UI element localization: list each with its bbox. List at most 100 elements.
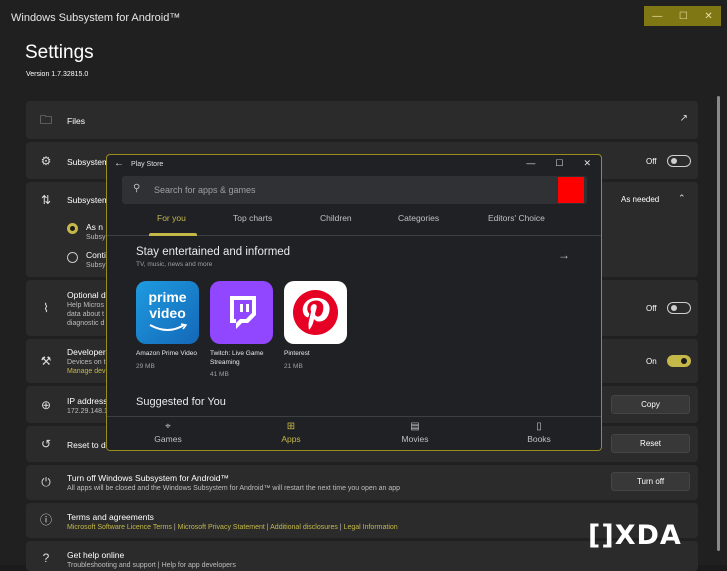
nav-movies-label: Movies: [401, 434, 429, 444]
arrow-right-icon[interactable]: →: [558, 248, 570, 262]
power-icon: ⏻: [41, 475, 51, 489]
nav-movies[interactable]: ▤ Movies: [385, 421, 445, 444]
turn-off-button[interactable]: Turn off: [611, 472, 690, 491]
twitch-glyph-icon: [230, 296, 256, 329]
tools-icon: ⚒: [40, 354, 52, 368]
optional-sub-3: diagnostic d: [67, 320, 105, 327]
separator: |: [173, 524, 176, 531]
subsystem-toggle[interactable]: [667, 155, 691, 167]
book-icon: ▯: [536, 421, 542, 432]
legal-information-link[interactable]: Legal Information: [344, 524, 398, 531]
play-store-tabs: For you Top charts Children Categories E…: [107, 213, 601, 236]
chevron-up-icon[interactable]: ⌃: [678, 193, 686, 204]
apps-grid-icon: ⊞: [286, 421, 296, 432]
optional-toggle-label: Off: [646, 304, 657, 313]
app-card-twitch[interactable]: Twitch: Live Game Streaming 41 MB: [210, 281, 274, 378]
maximize-button[interactable]: ☐: [679, 11, 688, 22]
section-title: Stay entertained and informed: [136, 246, 291, 258]
copy-button[interactable]: Copy: [611, 395, 690, 414]
reset-button[interactable]: Reset: [611, 434, 690, 453]
title-bar: Windows Subsystem for Android™ — ☐ ✕: [0, 0, 727, 30]
play-store-window: ← Play Store — ☐ ✕ ⚲ Search for apps & g…: [106, 154, 602, 451]
prime-logo-text: prime: [148, 289, 187, 305]
nav-apps-label: Apps: [281, 434, 301, 444]
nav-games-label: Games: [154, 434, 182, 444]
maximize-button[interactable]: ☐: [555, 158, 563, 169]
app-size: 41 MB: [210, 371, 229, 378]
twitch-icon: [210, 281, 273, 344]
privacy-statement-link[interactable]: Microsoft Privacy Statement: [178, 524, 265, 531]
film-icon: ▤: [410, 421, 420, 432]
pinterest-icon: [284, 281, 347, 344]
close-button[interactable]: ✕: [704, 11, 712, 22]
developer-toggle-label: On: [646, 357, 657, 366]
smile-arrow-icon: [149, 323, 188, 331]
manage-developer-link[interactable]: Manage dev: [67, 367, 106, 377]
minimize-button[interactable]: —: [652, 11, 662, 22]
separator: |: [266, 524, 269, 531]
pinterest-logo-icon: [292, 289, 339, 336]
help-sub: Troubleshooting and support | Help for a…: [67, 562, 236, 569]
close-button[interactable]: ✕: [583, 158, 591, 169]
play-store-title-bar: ← Play Store — ☐ ✕: [107, 155, 601, 173]
help-icon: ?: [42, 551, 50, 565]
nav-games[interactable]: ⌖ Games: [138, 421, 198, 444]
turn-off-sub: All apps will be closed and the Windows …: [67, 485, 401, 492]
app-card-prime-video[interactable]: prime video Amazon Prime Video 29 MB: [136, 281, 200, 370]
tab-for-you[interactable]: For you: [157, 213, 186, 223]
nav-books[interactable]: ▯ Books: [509, 421, 569, 444]
subsystem-icon: ⚙: [40, 154, 52, 168]
tab-categories[interactable]: Categories: [398, 213, 439, 223]
info-icon: ⓘ: [39, 513, 52, 527]
toggle-state-label: Off: [646, 157, 657, 166]
scrollbar[interactable]: [717, 96, 720, 551]
radio-as-needed-label: As n: [86, 222, 104, 232]
developer-label: Developer: [67, 347, 106, 357]
app-name: Twitch: Live Game Streaming: [210, 350, 264, 366]
radio-as-needed[interactable]: [67, 223, 78, 234]
play-store-title: Play Store: [131, 161, 164, 168]
developer-toggle[interactable]: [667, 355, 691, 367]
ip-value: 172.29.148.1: [67, 408, 108, 415]
radio-continuous-sub: Subsy: [86, 262, 106, 269]
nav-books-label: Books: [527, 434, 551, 444]
wsa-settings-window: Windows Subsystem for Android™ — ☐ ✕ Set…: [0, 0, 727, 571]
ip-label: IP address: [67, 396, 108, 406]
redacted-avatar-box[interactable]: [558, 177, 584, 203]
nav-apps[interactable]: ⊞ Apps: [261, 421, 321, 444]
app-size: 29 MB: [136, 362, 155, 370]
external-link-icon: ↗: [679, 113, 688, 124]
search-placeholder: Search for apps & games: [154, 185, 256, 195]
bottom-navigation: ⌖ Games ⊞ Apps ▤ Movies ▯ Books: [107, 416, 601, 450]
watermark-text: XDA: [614, 520, 682, 551]
search-bar[interactable]: ⚲ Search for apps & games: [122, 176, 587, 204]
prime-video-icon: prime video: [136, 281, 199, 344]
app-name: Amazon Prime Video: [136, 350, 197, 357]
version-text: Version 1.7.32815.0: [26, 71, 89, 78]
additional-disclosures-link[interactable]: Additional disclosures: [270, 524, 338, 531]
active-tab-indicator: [149, 233, 197, 236]
app-card-pinterest[interactable]: Pinterest 21 MB: [284, 281, 348, 370]
gamepad-icon: ⌖: [165, 421, 171, 432]
back-arrow-icon[interactable]: ←: [114, 158, 124, 169]
tab-editors-choice[interactable]: Editors' Choice: [488, 213, 545, 223]
subsystem-value: As needed: [621, 195, 660, 204]
license-terms-link[interactable]: Microsoft Software Licence Terms: [67, 524, 172, 531]
reset-label: Reset to de: [67, 440, 111, 450]
separator: |: [339, 524, 342, 531]
activity-icon: ⌇: [43, 301, 49, 315]
help-label: Get help online: [67, 550, 125, 560]
play-store-window-controls: — ☐ ✕: [526, 158, 591, 169]
radio-continuous-label: Conti: [86, 250, 106, 260]
files-label: Files: [67, 116, 85, 126]
sliders-icon: ⇅: [40, 193, 52, 207]
radio-continuous[interactable]: [67, 252, 78, 263]
app-name: Pinterest: [284, 350, 310, 357]
tab-children[interactable]: Children: [320, 213, 352, 223]
tab-top-charts[interactable]: Top charts: [233, 213, 272, 223]
reset-icon: ↺: [40, 437, 52, 451]
optional-toggle[interactable]: [667, 302, 691, 314]
files-row[interactable]: 🗀 Files ↗: [26, 101, 698, 139]
minimize-button[interactable]: —: [526, 158, 535, 169]
window-title: Windows Subsystem for Android™: [11, 12, 181, 24]
